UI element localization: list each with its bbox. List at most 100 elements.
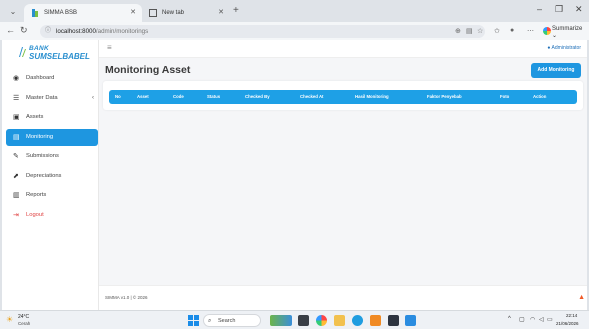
page-title: Monitoring Asset [105,64,191,76]
chevron-left-icon: ‹ [92,94,94,101]
weather-temperature[interactable]: 24°C [18,314,29,320]
column-header[interactable]: Asset [137,90,149,104]
close-window-icon[interactable]: ✕ [575,4,583,15]
favorites-icon[interactable]: ✩ [494,27,500,35]
database-icon: ☰ [13,94,20,102]
new-tab-page-icon [149,9,157,17]
xampp-icon[interactable] [370,315,381,326]
app-window: BANK SUMSELBABEL ◉ Dashboard ☰ Master Da… [2,40,587,310]
new-tab-icon[interactable]: + [233,5,239,16]
battery-icon[interactable]: ▭ [547,316,553,323]
brand-logo: BANK SUMSELBABEL [18,43,90,73]
column-header[interactable]: Hasil Monitoring [355,90,389,104]
taskbar: ☀ 24°C Cerah ⌕ Search ^ ▢ ◠ ◁ ▭ 22:14 21… [0,310,589,329]
volume-icon[interactable]: ◁ [539,316,544,323]
tray-chevron-icon[interactable]: ^ [508,316,511,322]
search-placeholder: Search [218,318,236,324]
more-options-icon[interactable]: ⋯ [527,27,534,35]
wifi-icon[interactable]: ◠ [530,316,535,323]
hamburger-menu-icon[interactable]: ≡ [107,43,112,52]
zoom-icon[interactable]: ⊕ [455,27,461,35]
file-explorer-icon[interactable] [334,315,345,326]
submissions-icon: ✎ [13,153,19,160]
site-favicon-icon [32,9,38,17]
scroll-top-icon[interactable]: ▲ [578,294,585,301]
tab-close-icon[interactable]: ✕ [130,4,136,22]
weather-condition[interactable]: Cerah [18,321,30,326]
clock-time[interactable]: 22:14 [566,313,577,318]
minimize-icon[interactable]: – [537,4,542,14]
sidebar-item-dashboard[interactable]: ◉ Dashboard [6,70,98,87]
windows-start-icon[interactable] [188,315,199,326]
sidebar-item-label: Dashboard [26,75,55,81]
column-header[interactable]: Faktor Penyebab [427,90,462,104]
url-path: /admin/monitorings [95,28,149,35]
sidebar-item-label: Reports [26,192,47,198]
footer: SIMMA v1.0 | © 2026 ▲ [99,285,587,310]
copilot-taskbar-icon[interactable] [316,315,327,326]
profile-icon[interactable]: ● [510,27,514,34]
monitoring-icon: ▤ [13,133,20,141]
sidebar-menu: ◉ Dashboard ☰ Master Data ‹ ▣ Assets ▤ M… [6,70,98,226]
restore-icon[interactable]: ❐ [555,4,563,15]
sidebar-item-label: Logout [26,211,44,218]
copilot-icon[interactable] [543,27,551,35]
sidebar-item-master-data[interactable]: ☰ Master Data ‹ [6,90,98,107]
logout-icon: ⇥ [13,211,19,219]
top-navbar: ≡ ● Administrator [99,40,587,58]
edge-browser-icon[interactable] [352,315,363,326]
table-card: No Asset Code Status Checked By Checked … [103,81,583,110]
column-header[interactable]: No [115,90,121,104]
tray-app-icon[interactable]: ▢ [519,316,525,323]
browser-tab-label: SIMMA BSB [44,10,78,16]
footer-text: SIMMA v1.0 | © 2026 [105,295,148,300]
add-monitoring-button[interactable]: Add Monitoring [531,63,581,78]
taskbar-search[interactable]: ⌕ Search [203,314,261,327]
browser-tab-strip: ⌄ SIMMA BSB ✕ New tab ✕ + – ❐ ✕ [0,0,589,22]
user-menu[interactable]: ● Administrator [547,45,581,51]
tab-list-chevron-icon[interactable]: ⌄ [6,6,20,18]
column-header[interactable]: Checked At [300,90,323,104]
clock-date[interactable]: 21/06/2026 [556,321,579,326]
back-icon[interactable]: ← [6,25,15,35]
brand-line2: SUMSELBABEL [29,52,90,61]
weather-sun-icon[interactable]: ☀ [6,315,13,324]
assets-icon: ▣ [13,114,20,121]
sidebar-item-monitoring[interactable]: ▤ Monitoring [6,128,98,146]
bookmark-star-icon[interactable]: ☆ [477,27,483,35]
table-header: No Asset Code Status Checked By Checked … [109,90,577,104]
dashboard-icon: ◉ [13,75,20,82]
site-info-icon[interactable]: ⓘ [45,25,51,38]
browser-tab-label: New tab [162,10,185,16]
sidebar-item-logout[interactable]: ⇥ Logout [6,207,98,224]
column-header[interactable]: Code [173,90,184,104]
report-icon: ▥ [13,192,20,199]
summarize-button[interactable]: Summarize ⌄ [552,26,589,39]
column-header[interactable]: Status [207,90,220,104]
task-view-icon[interactable] [298,315,309,326]
browser-tab-inactive[interactable]: New tab ✕ [142,4,230,22]
vscode-icon[interactable] [405,315,416,326]
sidebar-item-depreciations[interactable]: ⬈ Depreciations [6,168,98,185]
browser-toolbar: ← ↻ ⓘ localhost:8000/admin/monitorings ⊕… [0,22,589,40]
column-header[interactable]: Action [533,90,546,104]
terminal-icon[interactable] [388,315,399,326]
widgets-icon[interactable] [270,315,292,326]
brand-line1: BANK [29,45,49,52]
sidebar-item-reports[interactable]: ▥ Reports [6,187,98,204]
column-header[interactable]: Checked By [245,90,270,104]
sidebar-item-label: Master Data [26,94,58,101]
sidebar-item-submissions[interactable]: ✎ Submissions [6,148,98,165]
reload-icon[interactable]: ↻ [20,25,28,36]
reader-icon[interactable]: ▤ [466,27,473,35]
summarize-label: Summarize [552,26,583,32]
sidebar-item-label: Depreciations [26,172,62,179]
tab-close-icon[interactable]: ✕ [218,4,224,22]
user-circle-icon: ● [547,45,551,51]
sidebar-item-assets[interactable]: ▣ Assets [6,109,98,126]
sidebar-item-label: Submissions [26,153,59,159]
column-header[interactable]: Foto [500,90,509,104]
address-bar[interactable]: ⓘ localhost:8000/admin/monitorings [40,25,485,38]
search-icon: ⌕ [208,318,212,324]
browser-tab-active[interactable]: SIMMA BSB ✕ [24,4,142,22]
